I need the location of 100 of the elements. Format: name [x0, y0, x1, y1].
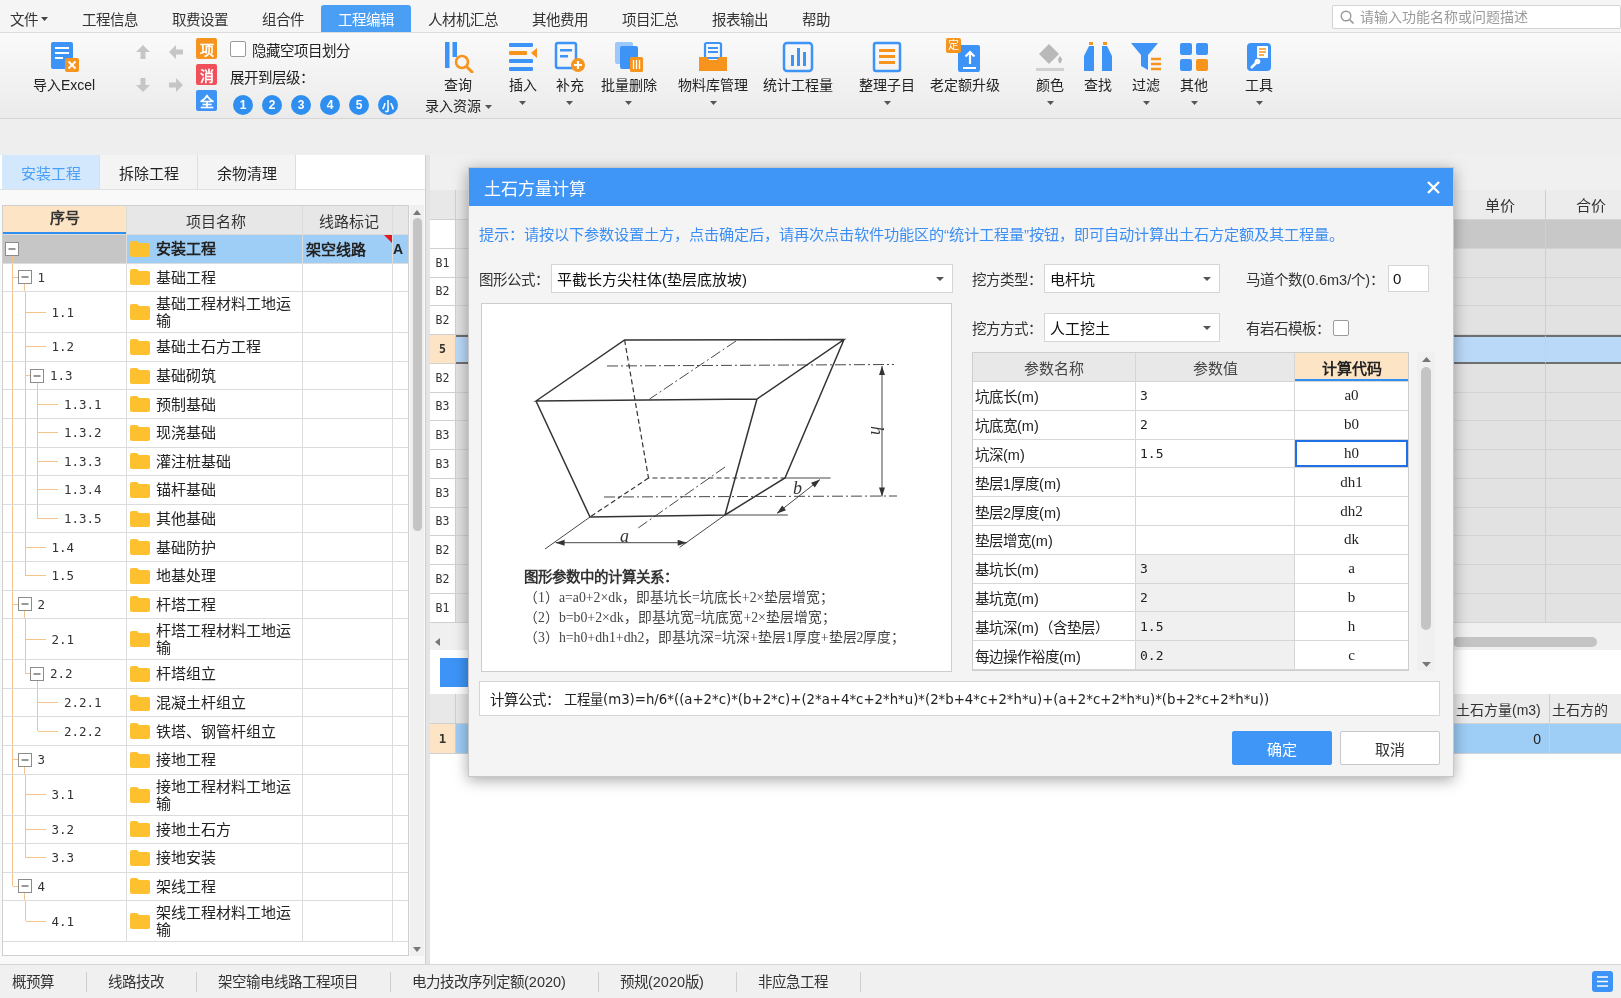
table-cell[interactable]: dh2: [1295, 497, 1408, 525]
column-header[interactable]: 计算代码: [1295, 353, 1408, 381]
vertical-scrollbar[interactable]: [1417, 352, 1435, 671]
menu-tab[interactable]: 其他费用: [515, 5, 605, 32]
table-cell[interactable]: dk: [1295, 526, 1408, 554]
search-field[interactable]: 请输入功能名称或问题描述: [1332, 5, 1621, 29]
tree-row[interactable]: 2.2.2 铁塔、钢管杆组立: [3, 717, 408, 746]
tree-row[interactable]: 2.2 杆塔组立: [3, 660, 408, 689]
tree-row[interactable]: 2.2.1 混凝土杆组立: [3, 688, 408, 718]
column-header[interactable]: 土石方量(m3): [1453, 694, 1549, 724]
scrollbar-thumb[interactable]: [412, 218, 422, 531]
tile-button[interactable]: 消: [196, 64, 217, 85]
tree-row[interactable]: 1.1 基础工程材料工地运输: [3, 292, 408, 334]
tree-row[interactable]: 4.1 架线工程材料工地运输: [3, 901, 408, 943]
column-header[interactable]: 单价: [1453, 190, 1545, 220]
menu-tab[interactable]: 取费设置: [155, 5, 245, 32]
ribbon-button[interactable]: 定 老定额升级: [922, 33, 1008, 115]
item-name: 安装工程: [156, 239, 217, 260]
tree-row[interactable]: 1.3.2 现浇基础: [3, 418, 408, 448]
menu-tab[interactable]: 报表输出: [695, 5, 785, 32]
column-header[interactable]: 合价: [1545, 190, 1621, 220]
ribbon-button[interactable]: 其他: [1170, 33, 1218, 115]
tree-row[interactable]: 1.3.3 灌注桩基础: [3, 447, 408, 477]
vertical-scrollbar[interactable]: [410, 205, 424, 956]
ribbon-button[interactable]: 查询 录入资源: [417, 33, 499, 115]
table-cell[interactable]: c: [1295, 641, 1408, 669]
value-field[interactable]: 1.5: [1136, 439, 1295, 468]
menu-tab[interactable]: 人材机汇总: [411, 5, 515, 32]
ramp-count-field[interactable]: 0: [1388, 265, 1429, 292]
tab[interactable]: [440, 658, 468, 687]
ribbon-button[interactable]: 补充: [546, 33, 593, 115]
tab[interactable]: 拆除工程: [100, 155, 198, 189]
tree-row[interactable]: 2 杆塔工程: [3, 590, 408, 620]
list-icon[interactable]: [1592, 971, 1613, 992]
table-cell[interactable]: a: [1295, 554, 1408, 583]
tree-row[interactable]: 1.3.4 锚杆基础: [3, 476, 408, 505]
value-field[interactable]: 1.5: [1136, 612, 1295, 641]
minus-box-icon[interactable]: [5, 241, 19, 256]
tree-row[interactable]: 1 基础工程: [3, 263, 408, 293]
menu-tab[interactable]: 文件: [0, 5, 65, 32]
table-cell[interactable]: h: [1295, 612, 1408, 641]
value-field[interactable]: 3: [1136, 382, 1295, 410]
table-cell[interactable]: b: [1295, 583, 1408, 612]
tree-row[interactable]: 3 接地工程: [3, 745, 408, 775]
column-header[interactable]: 土石方的: [1549, 694, 1621, 724]
tree-row[interactable]: 1.5 地基处理: [3, 561, 408, 591]
value-field[interactable]: 2: [1136, 410, 1295, 439]
tree-row[interactable]: 1.3 基础砌筑: [3, 361, 408, 391]
column-header[interactable]: [430, 190, 456, 220]
ribbon-button[interactable]: 批量删除: [593, 33, 664, 115]
checkbox[interactable]: [230, 41, 246, 57]
minus-box-icon[interactable]: [17, 879, 32, 894]
menu-tab[interactable]: 组合件: [245, 5, 321, 32]
ribbon-button[interactable]: 插入: [499, 33, 546, 115]
minus-box-icon[interactable]: [30, 368, 44, 383]
tree-row[interactable]: 1.2 基础土石方工程: [3, 333, 408, 362]
cancel-button[interactable]: 取消: [1340, 731, 1440, 765]
tree-row[interactable]: 1.4 基础防护: [3, 533, 408, 562]
ribbon-button[interactable]: 工具: [1235, 33, 1283, 115]
value-field[interactable]: 0.2: [1136, 641, 1295, 669]
close-icon[interactable]: [1427, 180, 1440, 194]
column-header[interactable]: [430, 694, 456, 724]
scrollbar-thumb[interactable]: [1421, 367, 1431, 630]
table-cell[interactable]: b0: [1295, 410, 1408, 439]
tree-row[interactable]: 4 架线工程: [3, 872, 408, 902]
checkbox[interactable]: [1333, 319, 1349, 336]
column-header[interactable]: [456, 694, 468, 724]
minus-box-icon[interactable]: [17, 752, 32, 767]
ribbon-button[interactable]: 过滤: [1122, 33, 1170, 115]
minus-box-icon[interactable]: [17, 597, 32, 612]
minus-box-icon[interactable]: [17, 270, 32, 285]
menu-tab[interactable]: 项目汇总: [605, 5, 695, 32]
tree-row[interactable]: 3.2 接地土石方: [3, 815, 408, 845]
dig-type-select[interactable]: 电杆坑: [1044, 264, 1220, 293]
dig-method-select[interactable]: 人工挖土: [1044, 313, 1220, 342]
ribbon-button[interactable]: 整理子目: [851, 33, 923, 115]
tree-row[interactable]: 2.1 杆塔工程材料工地运输: [3, 619, 408, 661]
column-header[interactable]: [456, 190, 468, 220]
import-excel-button[interactable]: 导入Excel: [28, 33, 100, 94]
scrollbar-thumb[interactable]: [1453, 636, 1597, 647]
value-field[interactable]: 2: [1136, 583, 1295, 612]
value-field[interactable]: 3: [1136, 554, 1295, 583]
ribbon-button[interactable]: 查找: [1074, 33, 1122, 115]
tree-row[interactable]: 安装工程 架空线路 A: [3, 235, 408, 264]
tree-row[interactable]: 3.3 接地安装: [3, 844, 408, 873]
column-header[interactable]: 序号: [3, 206, 127, 234]
tree-row[interactable]: 1.3.5 其他基础: [3, 504, 408, 534]
tree-row[interactable]: 1.3.1 预制基础: [3, 390, 408, 419]
table-cell[interactable]: dh1: [1295, 468, 1408, 497]
shape-formula-select[interactable]: 平截长方尖柱体(垫层底放坡): [551, 264, 953, 293]
table-cell[interactable]: h0: [1295, 439, 1408, 468]
ribbon-button[interactable]: 物料库管理: [670, 33, 756, 115]
menu-tab[interactable]: 帮助: [785, 5, 847, 32]
tree-row[interactable]: 3.1 接地工程材料工地运输: [3, 774, 408, 816]
ribbon-button[interactable]: 统计工程量: [755, 33, 841, 115]
table-cell[interactable]: a0: [1295, 382, 1408, 410]
menu-tab[interactable]: 工程信息: [65, 5, 155, 32]
ribbon-button[interactable]: 颜色: [1026, 33, 1074, 115]
tab[interactable]: 余物清理: [198, 155, 296, 189]
minus-box-icon[interactable]: [30, 666, 44, 681]
